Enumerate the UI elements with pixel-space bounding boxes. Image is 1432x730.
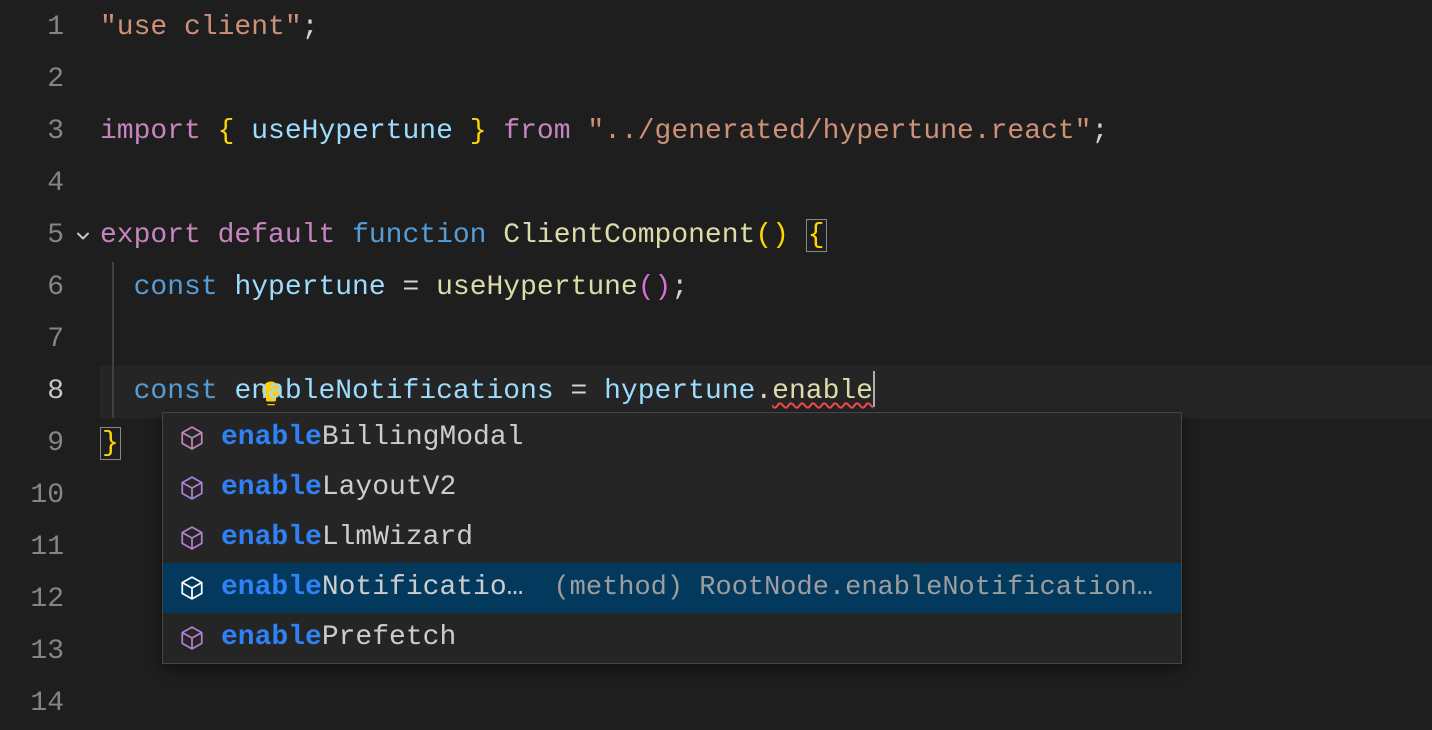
function-name: ClientComponent: [503, 220, 755, 251]
code-line[interactable]: export default function ClientComponent(…: [100, 210, 1432, 262]
space: [100, 272, 134, 303]
keyword: const: [134, 272, 218, 303]
code-line-active[interactable]: const enableNotifications = hypertune.en…: [100, 366, 1432, 418]
space: [486, 220, 503, 251]
line-number: 9: [0, 418, 100, 470]
code-line[interactable]: [100, 678, 1432, 730]
punctuation: ;: [302, 12, 319, 43]
autocomplete-popup[interactable]: enableBillingModal enableLayoutV2 enable…: [162, 412, 1182, 664]
line-number: 6: [0, 262, 100, 314]
line-number: 2: [0, 54, 100, 106]
dot: .: [755, 376, 772, 407]
brace-close: }: [100, 427, 121, 460]
brace: {: [201, 116, 251, 147]
indent-guide: [112, 314, 114, 366]
line-number: 12: [0, 574, 100, 626]
operator: =: [554, 376, 604, 407]
code-line[interactable]: import { useHypertune } from "../generat…: [100, 106, 1432, 158]
brace-open: {: [806, 219, 827, 252]
space: [789, 220, 806, 251]
line-number: 10: [0, 470, 100, 522]
keyword: from: [503, 116, 570, 147]
operator: =: [386, 272, 436, 303]
line-number: 5: [0, 210, 100, 262]
method-icon: [177, 623, 207, 653]
property-error: enable: [772, 376, 873, 407]
autocomplete-item[interactable]: enablePrefetch: [163, 613, 1181, 663]
keyword: export: [100, 220, 201, 251]
method-icon: [177, 473, 207, 503]
identifier: hypertune: [234, 272, 385, 303]
method-icon: [177, 573, 207, 603]
function-call: useHypertune: [436, 272, 638, 303]
autocomplete-item[interactable]: enableLlmWizard: [163, 513, 1181, 563]
code-line[interactable]: [100, 158, 1432, 210]
space: [218, 272, 235, 303]
line-number: 7: [0, 314, 100, 366]
identifier: enableNotifications: [234, 376, 553, 407]
line-number: 8: [0, 366, 100, 418]
line-number: 14: [0, 678, 100, 730]
autocomplete-item[interactable]: enableBillingModal: [163, 413, 1181, 463]
autocomplete-label: enableLlmWizard: [221, 513, 473, 563]
space: [218, 376, 235, 407]
space: [100, 376, 134, 407]
string-token: "../generated/hypertune.react": [587, 116, 1091, 147]
string-token: "use client": [100, 12, 302, 43]
code-line[interactable]: [100, 314, 1432, 366]
keyword: const: [134, 376, 218, 407]
identifier: hypertune: [604, 376, 755, 407]
code-line[interactable]: [100, 54, 1432, 106]
code-line[interactable]: const hypertune = useHypertune();: [100, 262, 1432, 314]
indent-guide: [112, 262, 114, 314]
keyword: function: [352, 220, 486, 251]
paren: (): [638, 272, 672, 303]
line-number-gutter: 1 2 3 4 5 6 7 8 9 10 11 12 13 14: [0, 0, 100, 728]
autocomplete-item-selected[interactable]: enableNotificatio… (method) RootNode.ena…: [163, 563, 1181, 613]
lightbulb-icon[interactable]: [122, 325, 152, 355]
line-number: 11: [0, 522, 100, 574]
method-icon: [177, 523, 207, 553]
brace: }: [453, 116, 503, 147]
autocomplete-detail: (method) RootNode.enableNotifications(…: [523, 563, 1181, 613]
paren: (): [755, 220, 789, 251]
line-number: 13: [0, 626, 100, 678]
punctuation: ;: [671, 272, 688, 303]
punctuation: ;: [1091, 116, 1108, 147]
line-number: 3: [0, 106, 100, 158]
fold-chevron-icon[interactable]: [72, 225, 94, 247]
code-line[interactable]: "use client";: [100, 2, 1432, 54]
line-number: 4: [0, 158, 100, 210]
text-cursor: [873, 371, 875, 407]
autocomplete-label: enableNotificatio…: [221, 563, 523, 613]
method-icon: [177, 423, 207, 453]
indent-guide: [112, 366, 114, 418]
autocomplete-item[interactable]: enableLayoutV2: [163, 463, 1181, 513]
line-number: 1: [0, 2, 100, 54]
space: [571, 116, 588, 147]
identifier: useHypertune: [251, 116, 453, 147]
autocomplete-label: enableLayoutV2: [221, 463, 456, 513]
autocomplete-label: enablePrefetch: [221, 613, 456, 663]
keyword: import: [100, 116, 201, 147]
autocomplete-label: enableBillingModal: [221, 413, 523, 463]
keyword: default: [201, 220, 352, 251]
